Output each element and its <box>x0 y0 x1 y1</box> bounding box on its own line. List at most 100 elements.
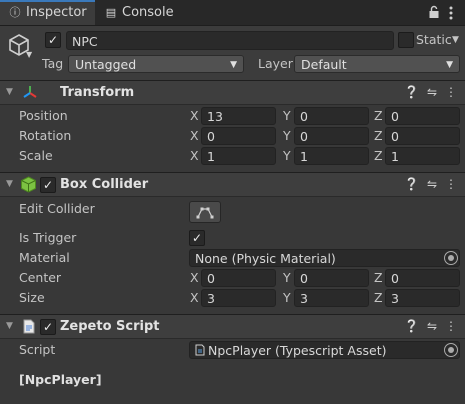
tab-inspector[interactable]: ⓘ Inspector <box>0 0 95 25</box>
axis-z-label: Z <box>374 270 383 285</box>
foldout-arrow-icon[interactable]: ▼ <box>6 315 13 338</box>
rotation-z-field[interactable]: 0 <box>385 127 460 145</box>
script-label: Script <box>19 342 56 357</box>
size-x-field[interactable]: 3 <box>201 289 276 307</box>
help-icon[interactable]: ❔ <box>404 173 419 196</box>
axis-z-label: Z <box>374 108 383 123</box>
lock-icon[interactable] <box>428 5 440 19</box>
tab-console-label: Console <box>122 5 174 20</box>
box-collider-body: Edit Collider Is Trigger ✓ Material None… <box>0 197 465 311</box>
center-z-field[interactable]: 0 <box>385 269 460 287</box>
transform-body: Position X 13 Y 0 Z 0 Rotation X 0 Y 0 Z… <box>0 105 465 169</box>
chevron-down-icon: ▼ <box>446 60 453 70</box>
tag-dropdown[interactable]: Untagged ▼ <box>68 55 244 73</box>
edit-collider-label: Edit Collider <box>19 201 95 216</box>
layer-dropdown[interactable]: Default ▼ <box>294 55 460 73</box>
zepeto-script-enabled-checkbox[interactable]: ✓ <box>40 319 56 335</box>
edit-collider-button[interactable] <box>189 201 221 223</box>
script-value: NpcPlayer (Typescript Asset) <box>208 343 387 358</box>
axis-y-label: Y <box>283 270 291 285</box>
axis-y-label: Y <box>283 148 291 163</box>
axis-z-label: Z <box>374 128 383 143</box>
chevron-down-icon: ▼ <box>230 60 237 70</box>
axis-y-label: Y <box>283 108 291 123</box>
axis-x-label: X <box>190 128 199 143</box>
tag-label: Tag <box>42 56 64 71</box>
transform-icon <box>22 85 38 101</box>
axis-x-label: X <box>190 290 199 305</box>
axis-z-label: Z <box>374 290 383 305</box>
axis-x-label: X <box>190 108 199 123</box>
axis-z-label: Z <box>374 148 383 163</box>
rotation-y-field[interactable]: 0 <box>294 127 369 145</box>
material-value: None (Physic Material) <box>195 251 336 266</box>
size-label: Size <box>19 290 45 305</box>
box-collider-title: Box Collider <box>60 177 149 192</box>
console-icon: ▤ <box>105 6 117 19</box>
center-x-field[interactable]: 0 <box>201 269 276 287</box>
tab-bar: ⓘ Inspector ▤ Console <box>0 0 465 26</box>
more-options-icon[interactable]: ⋮ <box>444 173 458 196</box>
static-dropdown-icon[interactable]: ▼ <box>452 32 459 48</box>
transform-header[interactable]: ▼ Transform ❔ ⇋ ⋮ <box>0 80 465 105</box>
center-y-field[interactable]: 0 <box>294 269 369 287</box>
scale-y-field[interactable]: 1 <box>294 147 369 165</box>
center-label: Center <box>19 270 62 285</box>
size-z-field[interactable]: 3 <box>385 289 460 307</box>
scale-z-field[interactable]: 1 <box>385 147 460 165</box>
layer-value: Default <box>301 57 347 72</box>
presets-icon[interactable]: ⇋ <box>425 81 439 104</box>
object-name-field[interactable]: NPC <box>66 31 394 50</box>
position-x-field[interactable]: 13 <box>201 107 276 125</box>
object-picker-icon[interactable] <box>444 251 458 265</box>
position-y-field[interactable]: 0 <box>294 107 369 125</box>
help-icon[interactable]: ❔ <box>404 315 419 338</box>
icon-dropdown-caret-icon[interactable]: ▼ <box>26 50 32 59</box>
axis-x-label: X <box>190 270 199 285</box>
tab-inspector-label: Inspector <box>26 5 87 20</box>
object-header: ▼ ✓ NPC Static ▼ Tag Untagged ▼ Layer De… <box>0 26 465 81</box>
static-checkbox[interactable] <box>398 32 414 48</box>
presets-icon[interactable]: ⇋ <box>425 173 439 196</box>
more-options-icon[interactable]: ⋮ <box>444 315 458 338</box>
size-y-field[interactable]: 3 <box>294 289 369 307</box>
material-label: Material <box>19 250 70 265</box>
position-label: Position <box>19 108 68 123</box>
rotation-label: Rotation <box>19 128 72 143</box>
static-label: Static <box>416 32 452 47</box>
box-collider-icon <box>20 176 37 193</box>
object-picker-icon[interactable] <box>444 343 458 357</box>
more-options-icon[interactable]: ⋮ <box>444 81 458 104</box>
zepeto-script-header[interactable]: ▼ ✓ Zepeto Script ❔ ⇋ ⋮ <box>0 314 465 339</box>
edit-bounds-icon <box>196 207 214 219</box>
help-icon[interactable]: ❔ <box>404 81 419 104</box>
transform-title: Transform <box>60 85 135 100</box>
active-checkbox[interactable]: ✓ <box>45 32 61 48</box>
presets-icon[interactable]: ⇋ <box>425 315 439 338</box>
typescript-asset-icon <box>194 343 206 359</box>
script-field[interactable]: NpcPlayer (Typescript Asset) <box>189 341 460 359</box>
foldout-arrow-icon[interactable]: ▼ <box>6 173 13 196</box>
rotation-x-field[interactable]: 0 <box>201 127 276 145</box>
is-trigger-label: Is Trigger <box>19 230 77 245</box>
script-asset-icon <box>21 319 36 334</box>
material-field[interactable]: None (Physic Material) <box>189 249 460 267</box>
axis-x-label: X <box>190 148 199 163</box>
zepeto-script-title: Zepeto Script <box>60 319 160 334</box>
scale-label: Scale <box>19 148 53 163</box>
position-z-field[interactable]: 0 <box>385 107 460 125</box>
zepeto-script-body: Script NpcPlayer (Typescript Asset) [Npc… <box>0 339 465 404</box>
is-trigger-checkbox[interactable]: ✓ <box>189 230 205 246</box>
tag-value: Untagged <box>75 57 137 72</box>
more-options-icon[interactable] <box>446 5 456 21</box>
scale-x-field[interactable]: 1 <box>201 147 276 165</box>
axis-y-label: Y <box>283 128 291 143</box>
layer-label: Layer <box>258 56 293 71</box>
script-class-tag: [NpcPlayer] <box>19 372 102 387</box>
info-icon: ⓘ <box>9 6 21 19</box>
box-collider-header[interactable]: ▼ ✓ Box Collider ❔ ⇋ ⋮ <box>0 172 465 197</box>
axis-y-label: Y <box>283 290 291 305</box>
foldout-arrow-icon[interactable]: ▼ <box>6 81 13 104</box>
tab-console[interactable]: ▤ Console <box>98 0 188 25</box>
box-collider-enabled-checkbox[interactable]: ✓ <box>40 177 56 193</box>
